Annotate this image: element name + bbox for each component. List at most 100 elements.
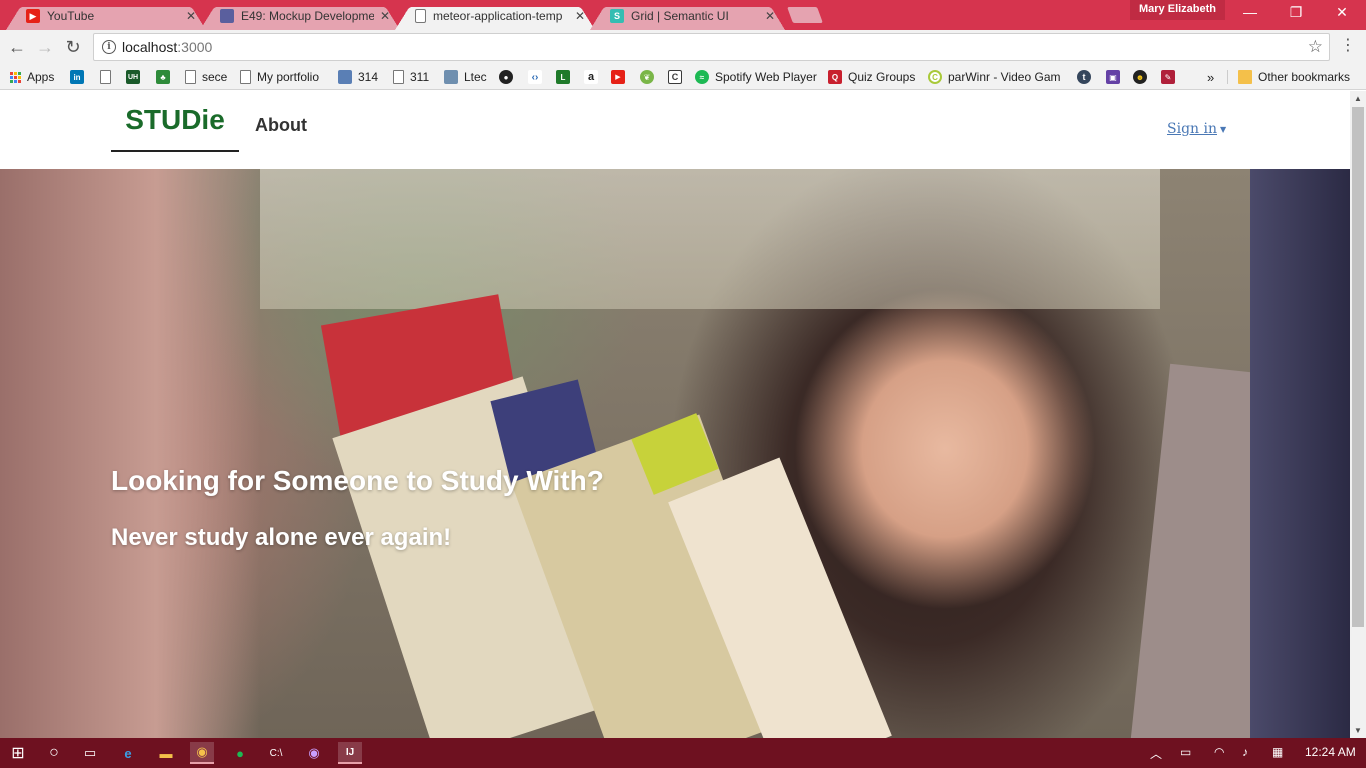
volume-icon[interactable]: ♪ (1242, 745, 1248, 759)
app-icon[interactable]: ◉ (302, 742, 326, 764)
scroll-thumb[interactable] (1352, 107, 1364, 627)
bookmark-314[interactable]: 314 (338, 68, 378, 86)
bookmark-linkedin[interactable]: in (70, 68, 90, 86)
bookmark-sece[interactable]: sece (185, 68, 227, 86)
parwinr-icon: C (928, 70, 942, 84)
intellij-icon[interactable]: IJ (338, 742, 362, 764)
scroll-up-icon[interactable]: ▲ (1350, 94, 1366, 103)
bookmark-quiz-groups[interactable]: Q Quiz Groups (828, 68, 915, 86)
bookmark-quill[interactable]: ✎ (1161, 68, 1181, 86)
file-explorer-icon[interactable]: ▬ (154, 742, 178, 764)
minimize-icon[interactable]: — (1227, 4, 1273, 20)
other-bookmarks-folder[interactable]: Other bookmarks (1238, 68, 1350, 86)
tab-youtube[interactable]: ▶ YouTube ✕ (6, 2, 206, 31)
bookmark-uh[interactable]: UH (126, 68, 146, 86)
nav-about-link[interactable]: About (255, 115, 307, 136)
bookmark-amazon[interactable]: a (584, 68, 604, 86)
bookmark-kirby[interactable]: ☻ (1133, 68, 1153, 86)
back-button[interactable]: ← (6, 37, 28, 57)
app-square-icon (220, 9, 234, 23)
keyboard-icon[interactable]: ▦ (1272, 745, 1283, 759)
new-tab-button[interactable] (787, 7, 823, 23)
leaf-icon: ♣ (156, 70, 170, 84)
reload-button[interactable]: ↻ (62, 37, 84, 57)
tab-semantic-ui[interactable]: S Grid | Semantic UI ✕ (590, 2, 785, 31)
bookmark-laulima[interactable]: L (556, 68, 576, 86)
bookmark-c[interactable]: C (668, 68, 688, 86)
code-icon: ‹› (528, 70, 542, 84)
bookmark-parwinr[interactable]: CparWinr - Video Gam (928, 68, 1063, 86)
more-bookmarks-button[interactable]: » (1207, 68, 1214, 86)
web-page: STUDie About Sign in ▼ Looking for Someon… (0, 91, 1350, 738)
close-icon[interactable]: ✕ (186, 9, 196, 23)
restore-icon[interactable]: ❐ (1273, 4, 1319, 21)
forward-button[interactable]: → (34, 37, 56, 57)
bookmark-ltec[interactable]: Ltec (444, 68, 487, 86)
blurred-books-right (1250, 169, 1350, 738)
bookmark-github[interactable]: ● (499, 68, 519, 86)
bookmark-spotify[interactable]: ≈ Spotify Web Player (695, 68, 817, 86)
tab-title: meteor-application-temp (433, 9, 563, 23)
bookmark-leaf-2[interactable]: ❦ (640, 68, 660, 86)
edge-icon[interactable]: e (116, 742, 140, 764)
taskbar-clock[interactable]: 12:24 AM (1305, 745, 1356, 759)
quiz-groups-icon: Q (828, 70, 842, 84)
address-bar[interactable]: i localhost:3000 ☆ (93, 33, 1330, 61)
leaf-icon: ❦ (640, 70, 654, 84)
monitor-icon (444, 70, 458, 84)
youtube-icon: ▶ (611, 70, 625, 84)
document-icon (185, 70, 196, 84)
close-window-icon[interactable]: ✕ (1319, 4, 1365, 21)
chrome-icon[interactable]: ◉ (190, 742, 214, 764)
browser-toolbar: ← → ↻ i localhost:3000 ☆ (0, 30, 1366, 64)
signin-dropdown[interactable]: Sign in ▼ (1167, 121, 1226, 137)
tab-mockup[interactable]: E49: Mockup Developme ✕ (200, 2, 400, 31)
brand-logo-link[interactable]: STUDie (111, 102, 239, 152)
bookmark-document[interactable] (100, 68, 117, 86)
laulima-icon: L (556, 70, 570, 84)
task-view-icon[interactable]: ▭ (78, 742, 102, 764)
bookmark-tumblr[interactable]: t (1077, 68, 1097, 86)
scroll-down-icon[interactable]: ▼ (1350, 726, 1366, 735)
close-icon[interactable]: ✕ (380, 9, 390, 23)
bookmark-leaf[interactable]: ♣ (156, 68, 176, 86)
document-icon (393, 70, 404, 84)
cortana-icon[interactable]: ○ (42, 742, 66, 764)
site-navbar: STUDie About Sign in ▼ (0, 91, 1350, 169)
info-icon[interactable]: i (102, 40, 116, 54)
bookmark-code[interactable]: ‹› (528, 68, 548, 86)
tumblr-icon: t (1077, 70, 1091, 84)
page-scrollbar[interactable]: ▲ ▼ (1350, 91, 1366, 738)
browser-menu-icon[interactable]: ⋮ (1340, 36, 1356, 56)
wifi-icon[interactable]: ◠ (1214, 745, 1224, 759)
document-icon (240, 70, 251, 84)
command-prompt-icon[interactable]: C:\ (264, 742, 288, 764)
show-hidden-icons[interactable]: ︿ (1150, 745, 1162, 762)
c-icon: C (668, 70, 682, 84)
windows-start-icon[interactable]: ⊞ (6, 742, 30, 764)
document-icon (415, 9, 426, 23)
close-icon[interactable]: ✕ (765, 9, 775, 23)
tab-title: YouTube (47, 9, 95, 23)
apps-grid-icon (10, 71, 21, 83)
address-url: localhost:3000 (122, 39, 213, 55)
profile-button[interactable]: Mary Elizabeth (1130, 0, 1226, 20)
tab-meteor-application[interactable]: meteor-application-temp ✕ (395, 2, 595, 31)
windows-taskbar: ⊞ ○ ▭ e ▬ ◉ ● C:\ ◉ IJ ︿ ▭ ◠ ♪ ▦ 12:24 A… (0, 738, 1366, 768)
bookmark-twitch[interactable]: ▣ (1106, 68, 1126, 86)
bookmark-my-portfolio[interactable]: My portfolio (240, 68, 319, 86)
document-icon (100, 70, 111, 84)
close-icon[interactable]: ✕ (575, 9, 585, 23)
bookmark-star-icon[interactable]: ☆ (1308, 37, 1323, 57)
square-app-icon (338, 70, 352, 84)
bookmark-youtube[interactable]: ▶ (611, 68, 631, 86)
bookmark-311[interactable]: 311 (393, 68, 429, 86)
linkedin-icon: in (70, 70, 84, 84)
bookmark-apps[interactable]: Apps (10, 68, 54, 86)
battery-icon[interactable]: ▭ (1180, 745, 1191, 759)
kirby-icon: ☻ (1133, 70, 1147, 84)
uh-icon: UH (126, 70, 140, 84)
browser-tab-strip: ▶ YouTube ✕ E49: Mockup Developme ✕ mete… (0, 0, 1366, 31)
hero-banner: Looking for Someone to Study With? Never… (0, 169, 1350, 738)
spotify-icon[interactable]: ● (228, 742, 252, 764)
